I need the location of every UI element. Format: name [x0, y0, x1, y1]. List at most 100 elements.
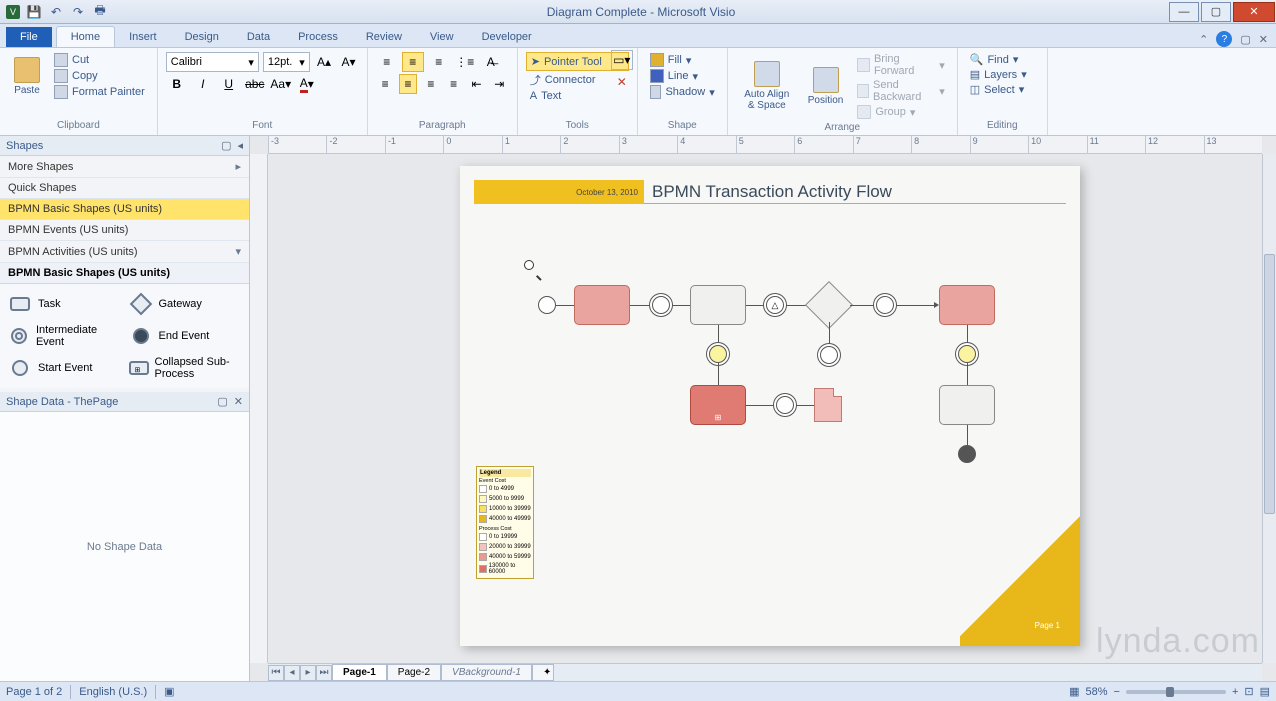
position-button[interactable]: Position	[802, 65, 850, 108]
zoom-level[interactable]: 58%	[1085, 686, 1107, 698]
shape-gateway[interactable]: Gateway	[127, 290, 244, 318]
clear-format-button[interactable]: A̶	[480, 52, 502, 72]
shape-start-event[interactable]: Start Event	[6, 354, 123, 382]
prev-page-button[interactable]: ◂	[284, 665, 300, 681]
timer-event-2[interactable]	[958, 345, 976, 363]
mdi-close-icon[interactable]: ✕	[1259, 33, 1268, 46]
more-shapes-item[interactable]: More Shapes▸	[0, 156, 249, 178]
task-shape-3[interactable]	[939, 285, 995, 325]
copy-button[interactable]: Copy	[50, 68, 149, 84]
zoom-slider[interactable]	[1126, 690, 1226, 694]
decrease-indent-button[interactable]: ⇤	[467, 74, 486, 94]
shape-task[interactable]: Task	[6, 290, 123, 318]
switch-windows-icon[interactable]: ▤	[1260, 685, 1270, 698]
align-top-button[interactable]: ≡	[376, 52, 398, 72]
macro-record-icon[interactable]: ▣	[164, 685, 174, 698]
redo-icon[interactable]: ↷	[70, 4, 86, 20]
underline-button[interactable]: U	[218, 74, 240, 94]
timer-event-1[interactable]	[709, 345, 727, 363]
font-size-combo[interactable]: 12pt.▾	[263, 52, 310, 72]
shape-collapsed-subprocess[interactable]: ⊞Collapsed Sub-Process	[127, 354, 244, 382]
page-indicator[interactable]: Page 1 of 2	[6, 686, 62, 698]
design-tab[interactable]: Design	[171, 27, 233, 47]
shape-end-event[interactable]: End Event	[127, 322, 244, 350]
increase-indent-button[interactable]: ⇥	[490, 74, 509, 94]
home-tab[interactable]: Home	[56, 26, 115, 47]
bring-forward-button[interactable]: Bring Forward ▾	[853, 52, 948, 78]
zoom-in-button[interactable]: +	[1232, 686, 1238, 698]
close-button[interactable]: ✕	[1233, 2, 1275, 22]
format-painter-button[interactable]: Format Painter	[50, 84, 149, 100]
first-page-button[interactable]: ⏮	[268, 665, 284, 681]
grow-font-button[interactable]: A▴	[314, 52, 334, 72]
justify-button[interactable]: ≡	[444, 74, 463, 94]
cut-button[interactable]: Cut	[50, 52, 149, 68]
intermediate-event-4[interactable]	[776, 396, 794, 414]
new-page-tab[interactable]: ✦	[532, 664, 554, 681]
italic-button[interactable]: I	[192, 74, 214, 94]
file-tab[interactable]: File	[6, 27, 52, 47]
developer-tab[interactable]: Developer	[468, 27, 546, 47]
end-event-shape[interactable]	[958, 445, 976, 463]
shrink-font-button[interactable]: A▾	[338, 52, 358, 72]
shape-data-window-icon[interactable]: ▢	[217, 395, 227, 408]
start-event-shape[interactable]	[538, 296, 556, 314]
send-backward-button[interactable]: Send Backward ▾	[853, 78, 948, 104]
last-page-button[interactable]: ⏭	[316, 665, 332, 681]
align-middle-button[interactable]: ≡	[402, 52, 424, 72]
pane-collapse-icon[interactable]: ◂	[237, 139, 243, 152]
scroll-thumb[interactable]	[1264, 254, 1275, 514]
font-color-button[interactable]: A▾	[296, 74, 318, 94]
page-tab-2[interactable]: Page-2	[387, 664, 441, 681]
help-icon[interactable]: ?	[1216, 31, 1232, 47]
print-icon[interactable]: 🖶	[92, 4, 108, 20]
data-tab[interactable]: Data	[233, 27, 284, 47]
change-case-button[interactable]: Aa▾	[270, 74, 292, 94]
intermediate-event-1[interactable]	[652, 296, 670, 314]
page-tab-background[interactable]: VBackground-1	[441, 664, 532, 681]
pane-window-icon[interactable]: ▢	[221, 139, 231, 152]
strikethrough-button[interactable]: abc	[244, 74, 266, 94]
data-object-shape[interactable]	[814, 388, 842, 422]
task-shape-4[interactable]: ⊞	[690, 385, 746, 425]
bold-button[interactable]: B	[166, 74, 188, 94]
task-shape-2[interactable]	[690, 285, 746, 325]
delete-button[interactable]: ✕	[611, 72, 633, 92]
task-shape-1[interactable]	[574, 285, 630, 325]
full-screen-icon[interactable]: ▦	[1069, 685, 1079, 698]
font-name-combo[interactable]: Calibri▾	[166, 52, 259, 72]
shape-data-close-icon[interactable]: ✕	[234, 395, 243, 408]
layers-button[interactable]: ▤Layers ▾	[966, 67, 1039, 82]
save-icon[interactable]: 💾	[26, 4, 42, 20]
undo-icon[interactable]: ↶	[48, 4, 64, 20]
auto-align-button[interactable]: Auto Align & Space	[736, 59, 798, 113]
intermediate-event-3[interactable]	[876, 296, 894, 314]
task-shape-5[interactable]	[939, 385, 995, 425]
page-tab-1[interactable]: Page-1	[332, 664, 387, 681]
shadow-button[interactable]: Shadow ▾	[646, 84, 719, 100]
group-button[interactable]: Group ▾	[853, 104, 948, 120]
legend-box[interactable]: Legend Event Cost 0 to 4999 5000 to 9999…	[476, 466, 534, 579]
line-button[interactable]: Line ▾	[646, 68, 719, 84]
window-arrange-icon[interactable]: ▢	[1240, 33, 1250, 46]
review-tab[interactable]: Review	[352, 27, 416, 47]
fill-button[interactable]: Fill ▾	[646, 52, 719, 68]
bullets-button[interactable]: ⋮≡	[454, 52, 476, 72]
drawing-canvas[interactable]: -3-2-1012345678910111213 October 13, 201…	[250, 136, 1276, 681]
intermediate-event-5[interactable]	[820, 346, 838, 364]
next-page-button[interactable]: ▸	[300, 665, 316, 681]
zoom-thumb[interactable]	[1166, 687, 1174, 697]
rectangle-tool-button[interactable]: ▭▾	[611, 50, 633, 70]
view-tab[interactable]: View	[416, 27, 468, 47]
align-bottom-button[interactable]: ≡	[428, 52, 450, 72]
minimize-ribbon-icon[interactable]: ⌃	[1199, 33, 1208, 46]
quick-shapes-item[interactable]: Quick Shapes	[0, 178, 249, 199]
minimize-button[interactable]: —	[1169, 2, 1199, 22]
fit-page-icon[interactable]: ⊡	[1244, 685, 1253, 698]
vertical-scrollbar[interactable]	[1262, 154, 1276, 663]
process-tab[interactable]: Process	[284, 27, 352, 47]
insert-tab[interactable]: Insert	[115, 27, 171, 47]
select-button[interactable]: ◫Select ▾	[966, 82, 1039, 97]
paste-button[interactable]: Paste	[8, 55, 46, 98]
drawing-page[interactable]: October 13, 2010 BPMN Transaction Activi…	[460, 166, 1080, 646]
